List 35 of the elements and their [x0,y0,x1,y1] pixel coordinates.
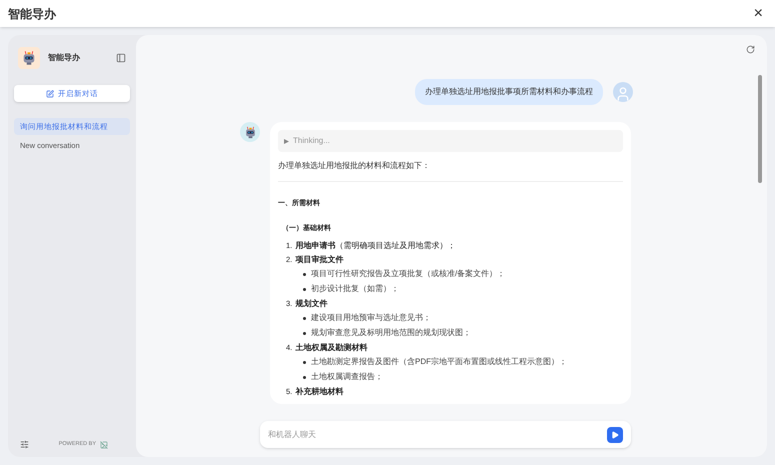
list-item-text: 补充耕地材料 [295,386,344,397]
answer-intro: 办理单独选址用地报批的材料和流程如下： [278,160,431,172]
app-name: 智能导办 [48,52,81,64]
refresh-icon[interactable] [746,45,755,54]
window-title: 智能导办 [8,6,56,22]
thinking-toggle[interactable]: Thinking... [278,130,623,152]
list-item-text: 土地权属调查报告； [311,371,383,383]
list-item-text: 规划审查意见及标明用地范围的规划现状图； [311,327,471,339]
list-item-text: 项目审批文件 [295,254,344,265]
chat-input[interactable]: 和机器人聊天 [260,421,631,448]
user-message: 办理单独选址用地报批事项所需材料和办事流程 [415,79,603,105]
sidebar-toggle-icon[interactable] [116,53,126,63]
list-item-text: 项目可行性研究报告及立项批复（或核准/备案文件）； [311,268,506,280]
bullet-icon [303,288,306,291]
disclosure-triangle-icon [284,138,289,144]
bullet-icon [303,317,306,320]
bullet-icon [303,376,306,379]
list-item-text: 土地权属及勘测材料 [295,342,368,353]
bullet-icon [303,332,306,335]
edit-icon [46,90,54,98]
scrollbar-thumb[interactable] [758,75,762,183]
list-item-text: 规划文件 [295,298,328,309]
bullet-icon [303,361,306,364]
list-item-text: 用地申请书（需明确项目选址及用地需求）； [295,240,456,251]
play-icon [611,430,619,438]
message-input[interactable]: 和机器人聊天 [268,428,599,440]
bullet-icon [303,273,306,276]
close-button[interactable]: × [750,6,767,22]
list-item-text: 土地勘测定界报告及图件（含PDF宗地平面布置图或线性工程示意图）； [311,356,567,368]
broken-image-icon [100,440,108,448]
list-item-text: 建设项目用地预审与选址意见书； [311,312,431,324]
user-avatar [613,82,633,102]
send-button[interactable] [607,426,623,442]
list-item-text: 初步设计批复（如需）； [311,283,399,295]
settings-icon[interactable] [20,440,29,449]
